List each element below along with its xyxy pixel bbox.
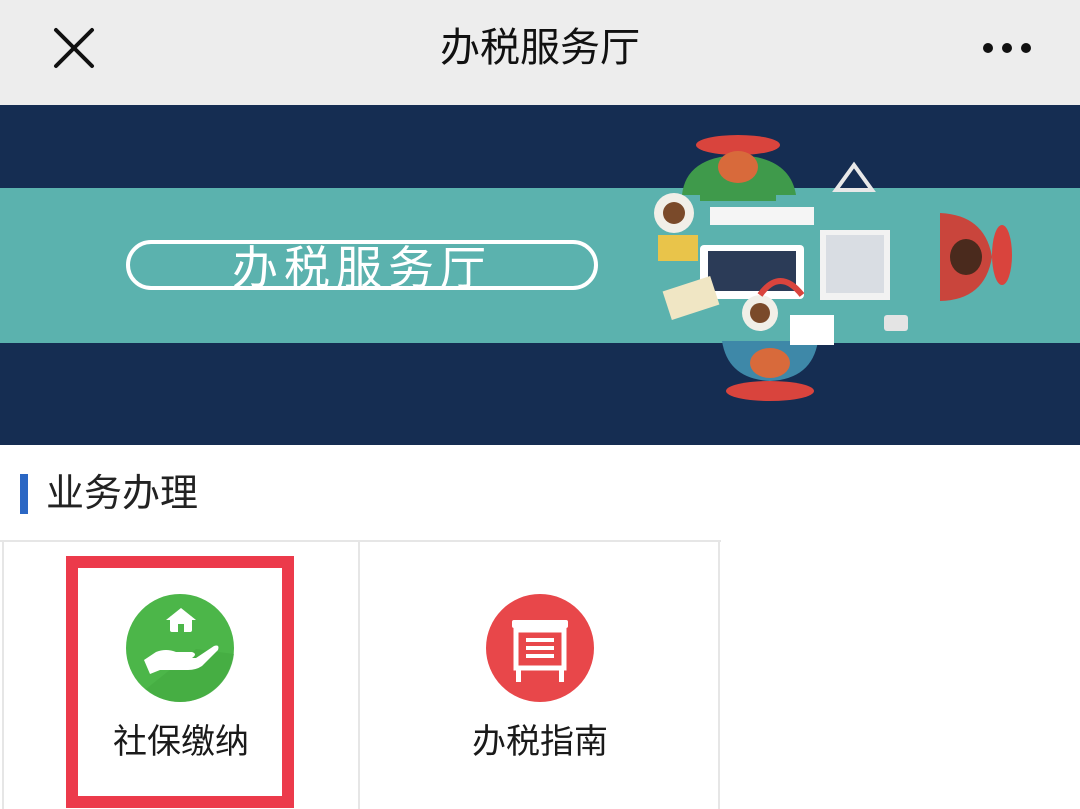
service-tax-guide[interactable]: 办税指南 (362, 542, 720, 809)
section-title: 业务办理 (46, 471, 199, 515)
office-desk-illustration (654, 135, 1012, 401)
banner-title-frame: 办税服务厅 (126, 240, 598, 295)
banner[interactable]: 办税服务厅 (0, 105, 1080, 445)
top-navigation-bar: 办税服务厅 (0, 0, 1080, 105)
guide-board-icon (486, 594, 594, 702)
section-accent-bar (20, 474, 28, 514)
more-icon[interactable] (970, 22, 1042, 74)
page-title: 办税服务厅 (440, 25, 640, 71)
service-label: 办税指南 (472, 722, 608, 762)
highlight-box (66, 556, 294, 808)
banner-title: 办税服务厅 (232, 241, 492, 295)
